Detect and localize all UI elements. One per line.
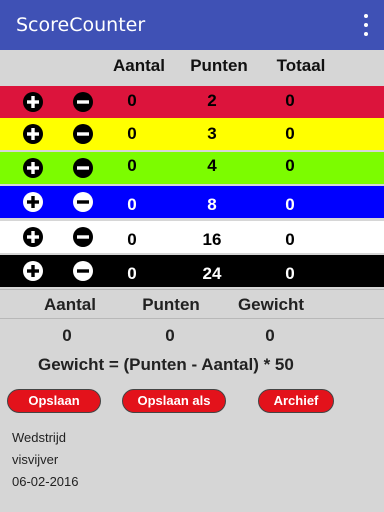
punten-value: 3 — [207, 124, 217, 143]
summary-header-aantal: Aantal — [44, 295, 96, 314]
table-row: 0 3 0 — [0, 118, 384, 150]
weight-formula: Gewicht = (Punten - Aantal) * 50 — [38, 355, 294, 374]
aantal-value: 0 — [127, 91, 137, 110]
minus-icon[interactable] — [72, 157, 94, 179]
app-bar: ScoreCounter — [0, 0, 384, 50]
totaal-value: 0 — [285, 230, 295, 249]
save-as-button[interactable]: Opslaan als — [122, 389, 226, 413]
archive-button[interactable]: Archief — [258, 389, 334, 413]
summary-gewicht-value: 0 — [265, 326, 275, 345]
divider — [0, 289, 384, 290]
punten-value: 8 — [207, 195, 217, 214]
totaal-value: 0 — [285, 195, 295, 214]
overflow-menu-icon[interactable] — [362, 14, 370, 36]
plus-icon[interactable] — [22, 123, 44, 145]
totaal-value: 0 — [285, 91, 295, 110]
minus-icon[interactable] — [72, 191, 94, 213]
divider — [0, 318, 384, 319]
aantal-value: 0 — [127, 124, 137, 143]
minus-icon[interactable] — [72, 260, 94, 282]
aantal-value: 0 — [127, 230, 137, 249]
totaal-value: 0 — [285, 124, 295, 143]
table-row: 0 16 0 — [0, 221, 384, 253]
summary-aantal-value: 0 — [62, 326, 72, 345]
header-punten: Punten — [190, 56, 248, 75]
summary-punten-value: 0 — [165, 326, 175, 345]
plus-icon[interactable] — [22, 191, 44, 213]
totaal-value: 0 — [285, 156, 295, 175]
app-title: ScoreCounter — [16, 14, 146, 36]
punten-value: 2 — [207, 91, 217, 110]
punten-value: 16 — [202, 230, 222, 249]
plus-icon[interactable] — [22, 226, 44, 248]
plus-icon[interactable] — [22, 157, 44, 179]
table-row: 0 2 0 — [0, 86, 384, 118]
minus-icon[interactable] — [72, 123, 94, 145]
totaal-value: 0 — [285, 264, 295, 283]
aantal-value: 0 — [127, 264, 137, 283]
aantal-value: 0 — [127, 195, 137, 214]
header-aantal: Aantal — [113, 56, 165, 75]
minus-icon[interactable] — [72, 91, 94, 113]
punten-value: 24 — [202, 264, 222, 283]
table-row: 0 8 0 — [0, 186, 384, 218]
table-row: 0 24 0 — [0, 255, 384, 287]
punten-value: 4 — [207, 156, 217, 175]
table-row: 0 4 0 — [0, 152, 384, 184]
match-label: Wedstrijd — [12, 430, 66, 445]
plus-icon[interactable] — [22, 91, 44, 113]
plus-icon[interactable] — [22, 260, 44, 282]
save-button[interactable]: Opslaan — [7, 389, 101, 413]
summary-header-punten: Punten — [142, 295, 200, 314]
location-label: visvijver — [12, 452, 59, 467]
summary-header-gewicht: Gewicht — [237, 295, 305, 314]
aantal-value: 0 — [127, 156, 137, 175]
minus-icon[interactable] — [72, 226, 94, 248]
date-label: 06-02-2016 — [12, 474, 79, 489]
header-totaal: Totaal — [276, 56, 326, 75]
